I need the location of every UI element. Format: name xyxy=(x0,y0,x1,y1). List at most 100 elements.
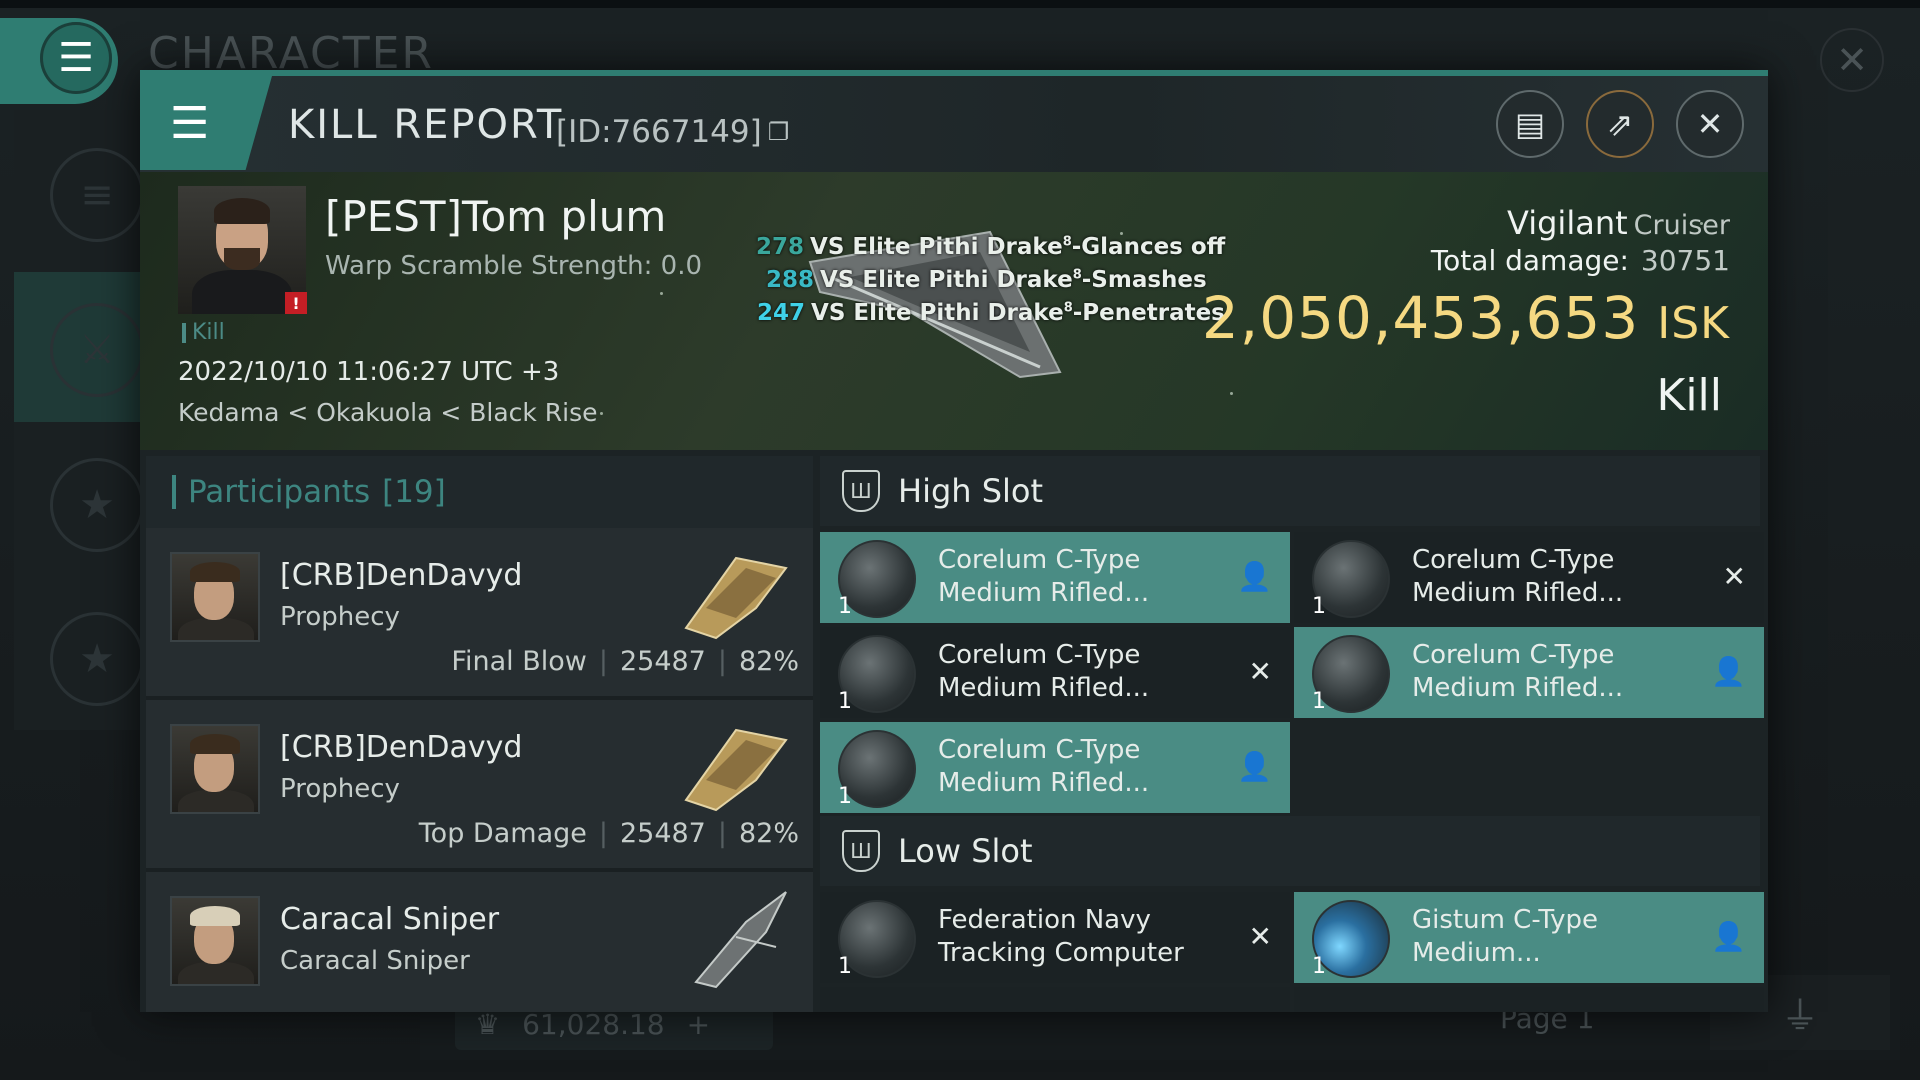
participant-role: Top Damage xyxy=(418,818,587,849)
module-quantity: 1 xyxy=(838,594,852,619)
module-slot[interactable]: 1 Gistum C-Type Medium... 👤 xyxy=(1294,892,1764,983)
module-slot[interactable]: 1 Corelum C-Type Medium Rifled... 👤 xyxy=(820,722,1290,813)
menu-icon[interactable]: ☰ xyxy=(40,22,112,94)
close-icon[interactable]: ✕ xyxy=(1676,90,1744,158)
module-name-line2: Medium Rifled... xyxy=(1412,673,1624,703)
high-slot-header: Ш High Slot xyxy=(820,456,1760,526)
sidebar-star-icon[interactable]: ★ xyxy=(50,458,144,552)
damage-log-text: VS Elite Pithi Drake xyxy=(810,234,1063,260)
kill-tag-label: Kill xyxy=(192,320,225,345)
sidebar-list-icon[interactable]: ≡ xyxy=(50,148,144,242)
participant-ship: Prophecy xyxy=(280,774,400,804)
participants-header: Participants [19] xyxy=(146,456,813,528)
top-bar xyxy=(0,0,1920,8)
kill-location[interactable]: Kedama < Okakuola < Black Rise xyxy=(178,398,598,427)
pilot-icon: 👤 xyxy=(1711,655,1746,688)
background-close-icon[interactable]: ✕ xyxy=(1820,28,1884,92)
damage-log-text: VS Elite Pithi Drake xyxy=(820,267,1073,293)
module-name-line1: Federation Navy xyxy=(938,905,1151,935)
kill-id-text: [ID:7667149] xyxy=(556,114,762,150)
module-name-line1: Corelum C-Type xyxy=(938,640,1141,670)
module-name: Corelum C-Type Medium Rifled... xyxy=(938,639,1238,705)
pilot-icon: 👤 xyxy=(1237,560,1272,593)
copy-icon[interactable]: ❐ xyxy=(768,118,790,146)
isk-amount: 2,050,453,653 xyxy=(1201,284,1640,352)
victim-ship-name: Vigilant xyxy=(1507,204,1628,242)
module-slot[interactable]: 1 Corelum C-Type Medium Rifled... ✕ xyxy=(1294,532,1764,623)
module-name-line1: Gistum C-Type xyxy=(1412,905,1599,935)
x-icon: ✕ xyxy=(1248,920,1272,953)
module-quantity: 1 xyxy=(1312,689,1326,714)
sidebar-combat-icon[interactable]: ⚔ xyxy=(50,303,144,397)
module-quantity: 1 xyxy=(1312,594,1326,619)
participant-ship-image xyxy=(684,556,788,640)
participant-row[interactable]: [CRB]DenDavyd Prophecy Top Damage | 25487… xyxy=(146,700,813,872)
x-icon: ✕ xyxy=(1722,560,1746,593)
module-slot-partial[interactable] xyxy=(1294,987,1764,1012)
module-quantity: 1 xyxy=(838,689,852,714)
module-name-line2: Medium Rifled... xyxy=(938,578,1150,608)
participant-ship: Prophecy xyxy=(280,602,400,632)
result-label: Kill xyxy=(1656,370,1722,421)
damage-log-value: 247 xyxy=(757,300,806,326)
module-name-line2: Medium Rifled... xyxy=(938,768,1150,798)
kill-report-header: ☰ KILL REPORT [ID:7667149] ❐ ▤ ⇗ ✕ xyxy=(140,76,1768,172)
damage-log-level: 8 xyxy=(1072,267,1082,283)
participant-name: [CRB]DenDavyd xyxy=(280,558,523,593)
damage-log-level: 8 xyxy=(1062,234,1072,250)
participants-label: Participants xyxy=(188,474,371,510)
module-slot[interactable]: 1 Corelum C-Type Medium Rifled... ✕ xyxy=(820,627,1290,718)
sidebar-star-alt-icon[interactable]: ★ xyxy=(50,612,144,706)
participant-row[interactable]: Caracal Sniper Caracal Sniper xyxy=(146,872,813,1012)
total-damage: Total damage: 30751 xyxy=(1431,244,1730,277)
pilot-icon: 👤 xyxy=(1711,920,1746,953)
module-slot-partial[interactable] xyxy=(820,987,1290,1012)
module-name-line2: Tracking Computer xyxy=(938,938,1184,968)
participant-row[interactable]: [CRB]DenDavyd Prophecy Final Blow | 25487… xyxy=(146,528,813,700)
victim-banner: ! [PEST]Tom plum Warp Scramble Strength:… xyxy=(140,172,1768,450)
wallet-icon: ♛ xyxy=(475,1007,501,1041)
module-name: Corelum C-Type Medium Rifled... xyxy=(938,734,1238,800)
module-name-line2: Medium Rifled... xyxy=(938,673,1150,703)
damage-log-line-3: 247 VS Elite Pithi Drake8-Penetrates xyxy=(757,300,1225,326)
balance-value: 61,028.18 xyxy=(522,1007,665,1041)
module-name-line1: Corelum C-Type xyxy=(938,545,1141,575)
high-slot-title: High Slot xyxy=(898,472,1044,510)
module-name: Gistum C-Type Medium... xyxy=(1412,904,1712,970)
module-name-line1: Corelum C-Type xyxy=(1412,545,1615,575)
participant-damage: 25487 xyxy=(619,818,706,849)
high-slot-icon: Ш xyxy=(842,470,880,512)
damage-log-level: 8 xyxy=(1063,300,1073,316)
damage-log-suffix: -Glances off xyxy=(1071,234,1226,260)
damage-log-value: 278 xyxy=(756,234,805,260)
low-slot-icon: Ш xyxy=(842,830,880,872)
kill-report-title: KILL REPORT xyxy=(288,102,564,148)
total-damage-label: Total damage: xyxy=(1430,244,1629,277)
total-damage-value: 30751 xyxy=(1640,244,1730,277)
participant-percent: 82% xyxy=(738,818,799,849)
add-icon[interactable]: + xyxy=(687,1008,710,1041)
participant-stats: Top Damage | 25487 | 82% xyxy=(418,818,799,849)
module-quantity: 1 xyxy=(838,784,852,809)
participants-panel: Participants [19] [CRB]DenDavyd Prophecy… xyxy=(146,456,813,1012)
damage-log-line-1: 278 VS Elite Pithi Drake8-Glances off xyxy=(756,234,1225,260)
participant-stats: Final Blow | 25487 | 82% xyxy=(451,646,799,677)
participant-ship-image xyxy=(694,891,787,989)
module-slot[interactable]: 1 Corelum C-Type Medium Rifled... 👤 xyxy=(1294,627,1764,718)
share-icon[interactable]: ⇗ xyxy=(1586,90,1654,158)
module-quantity: 1 xyxy=(838,954,852,979)
victim-name[interactable]: [PEST]Tom plum xyxy=(325,192,666,241)
x-icon: ✕ xyxy=(1248,655,1272,688)
pilot-icon: 👤 xyxy=(1237,750,1272,783)
menu-icon[interactable]: ☰ xyxy=(140,76,272,170)
victim-ship[interactable]: Vigilant Cruiser xyxy=(1507,204,1730,242)
clipboard-icon[interactable]: ▤ xyxy=(1496,90,1564,158)
low-slot-title: Low Slot xyxy=(898,832,1033,870)
kill-tag: Kill xyxy=(182,320,225,345)
damage-log-line-2: 288 VS Elite Pithi Drake8-Smashes xyxy=(766,267,1207,293)
damage-log-suffix: -Smashes xyxy=(1081,267,1207,293)
participant-percent: 82% xyxy=(738,646,799,677)
warp-scramble-strength: Warp Scramble Strength: 0.0 xyxy=(325,251,703,281)
module-slot[interactable]: 1 Corelum C-Type Medium Rifled... 👤 xyxy=(820,532,1290,623)
module-slot[interactable]: 1 Federation Navy Tracking Computer ✕ xyxy=(820,892,1290,983)
